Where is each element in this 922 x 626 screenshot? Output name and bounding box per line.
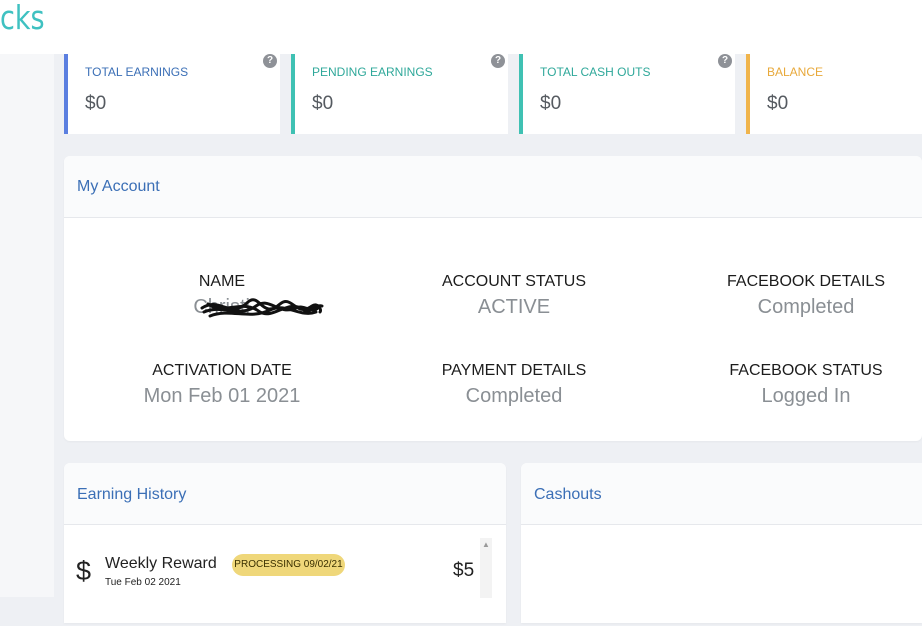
field-label-payment-details: PAYMENT DETAILS <box>441 362 587 379</box>
field-label-facebook-details: FACEBOOK DETAILS <box>727 273 885 290</box>
panel-header: Cashouts <box>521 463 922 525</box>
panel-title: Cashouts <box>534 486 602 503</box>
panel-header: Earning History <box>64 463 506 525</box>
panel-title: My Account <box>77 178 160 195</box>
field-value-activation-date: Mon Feb 01 2021 <box>143 385 301 407</box>
reward-amount: $5 <box>453 560 475 581</box>
earning-history-panel: Earning History $ Weekly Reward Tue Feb … <box>64 463 506 623</box>
top-bar: cks <box>0 0 922 54</box>
scrollbar[interactable]: ▲ <box>480 538 492 598</box>
stat-label: TOTAL EARNINGS <box>85 65 189 79</box>
field-label-name: NAME <box>198 273 246 290</box>
my-account-panel: My Account NAME Christi ACCOUNT STATUS A… <box>64 156 922 441</box>
stat-label: PENDING EARNINGS <box>312 65 433 79</box>
logo[interactable]: cks <box>0 0 45 37</box>
field-value-facebook-status: Logged In <box>761 385 851 407</box>
stat-label: BALANCE <box>767 65 824 79</box>
reward-title: Weekly Reward <box>105 555 217 572</box>
field-value-account-status: ACTIVE <box>477 296 551 318</box>
field-label-facebook-status: FACEBOOK STATUS <box>729 362 883 379</box>
stat-card-balance: BALANCE $0 <box>746 54 922 134</box>
help-icon[interactable]: ? <box>718 54 732 68</box>
field-value-facebook-details: Completed <box>757 296 855 318</box>
stat-card-total-earnings: TOTAL EARNINGS $0 ? <box>64 54 280 134</box>
help-icon[interactable]: ? <box>263 54 277 68</box>
earning-list: $ Weekly Reward Tue Feb 02 2021 PROCESSI… <box>64 526 506 626</box>
help-icon[interactable]: ? <box>491 54 505 68</box>
scroll-up-icon[interactable]: ▲ <box>480 540 492 550</box>
dollar-icon: $ <box>76 556 92 586</box>
stat-label: TOTAL CASH OUTS <box>540 65 651 79</box>
status-badge: PROCESSING 09/02/21 <box>232 554 345 576</box>
stat-card-pending-earnings: PENDING EARNINGS $0 ? <box>291 54 508 134</box>
field-label-activation-date: ACTIVATION DATE <box>152 362 292 379</box>
stat-value: $0 <box>767 93 789 114</box>
stat-card-total-cash-outs: TOTAL CASH OUTS $0 ? <box>519 54 735 134</box>
stat-value: $0 <box>540 93 562 114</box>
list-item[interactable]: $ Weekly Reward Tue Feb 02 2021 PROCESSI… <box>64 526 506 598</box>
field-label-account-status: ACCOUNT STATUS <box>441 273 586 290</box>
panel-header: My Account <box>64 156 922 218</box>
redaction-scribble <box>200 298 324 318</box>
cashouts-panel: Cashouts <box>521 463 922 623</box>
stat-value: $0 <box>312 93 334 114</box>
panel-title: Earning History <box>77 486 187 503</box>
stat-value: $0 <box>85 93 107 114</box>
field-value-payment-details: Completed <box>465 385 563 407</box>
reward-date: Tue Feb 02 2021 <box>105 577 181 588</box>
sidebar <box>0 54 54 597</box>
